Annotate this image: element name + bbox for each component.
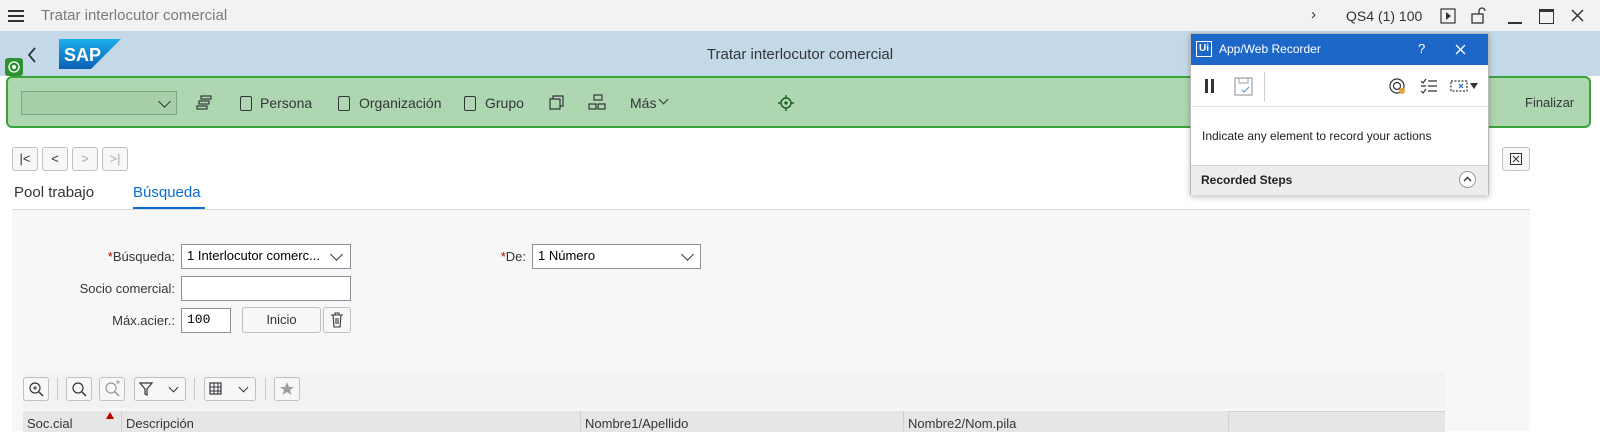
menu-icon[interactable] xyxy=(8,9,24,23)
recorder-title-bar: Ui App/Web Recorder ? xyxy=(1191,34,1488,65)
pause-icon[interactable] xyxy=(1205,79,1208,93)
back-icon[interactable] xyxy=(26,46,38,64)
inicio-button[interactable]: Inicio xyxy=(242,307,321,333)
document-icon xyxy=(464,96,476,111)
hierarchy-icon[interactable] xyxy=(588,94,606,111)
target-icon[interactable] xyxy=(778,95,794,111)
finalizar-button[interactable]: Finalizar xyxy=(1525,95,1574,110)
find-next-button[interactable] xyxy=(99,377,125,401)
last-record-button[interactable]: >| xyxy=(102,147,128,171)
window-title-bar: Tratar interlocutor comercial › QS4 (1) … xyxy=(0,0,1600,32)
tab-pool-trabajo[interactable]: Pool trabajo xyxy=(14,184,94,201)
chevron-right-icon[interactable]: › xyxy=(1311,6,1316,23)
busqueda-select[interactable]: 1 Interlocutor comerc... xyxy=(181,244,351,269)
tab-busqueda[interactable]: Búsqueda xyxy=(133,184,201,201)
chevron-down-icon xyxy=(658,94,669,105)
close-icon[interactable] xyxy=(1571,9,1584,22)
system-info: QS4 (1) 100 xyxy=(1346,8,1423,24)
column-header[interactable]: Nombre1/Apellido xyxy=(581,411,904,431)
recorder-message: Indicate any element to record your acti… xyxy=(1202,129,1432,143)
socio-comercial-field[interactable] xyxy=(181,276,351,301)
favorite-button[interactable] xyxy=(274,377,300,401)
max-aciertos-label: Máx.acier.: xyxy=(112,313,175,328)
record-target-icon[interactable] xyxy=(1388,77,1406,95)
document-icon xyxy=(338,96,350,111)
close-icon[interactable] xyxy=(1455,44,1466,55)
minimize-icon[interactable] xyxy=(1508,22,1522,24)
unlock-icon[interactable] xyxy=(1470,7,1486,24)
de-select[interactable]: 1 Número xyxy=(532,244,701,269)
max-aciertos-field[interactable]: 100 xyxy=(181,308,231,333)
recorded-steps-label: Recorded Steps xyxy=(1201,173,1293,187)
find-button[interactable] xyxy=(66,377,92,401)
step-list-icon[interactable] xyxy=(1420,78,1438,94)
persona-button[interactable]: Persona xyxy=(260,95,312,111)
uipath-logo: Ui xyxy=(1196,41,1212,57)
collapse-icon[interactable] xyxy=(1459,171,1476,188)
trash-icon xyxy=(331,312,343,328)
column-header[interactable]: Nombre2/Nom.pila xyxy=(904,411,1229,431)
sap-logo: SAP xyxy=(59,39,121,69)
column-header[interactable]: Descripción xyxy=(122,411,581,431)
close-panel-button[interactable] xyxy=(1502,147,1530,171)
play-icon[interactable] xyxy=(1440,8,1456,24)
zoom-details-button[interactable] xyxy=(23,377,49,401)
mas-button[interactable]: Más xyxy=(630,95,656,111)
maximize-icon[interactable] xyxy=(1539,9,1554,24)
recording-indicator-icon xyxy=(5,58,23,76)
sort-indicator-icon xyxy=(106,412,114,419)
delete-button[interactable] xyxy=(323,307,351,333)
svg-text:SAP: SAP xyxy=(64,45,101,65)
de-label: *De: xyxy=(500,249,526,264)
recorded-steps-bar[interactable]: Recorded Steps xyxy=(1191,165,1488,195)
busqueda-label: *Búsqueda: xyxy=(107,249,175,264)
next-record-button[interactable]: > xyxy=(72,147,98,171)
previous-record-button[interactable]: < xyxy=(42,147,68,171)
socio-comercial-label: Socio comercial: xyxy=(79,281,175,296)
app-web-recorder-window: Ui App/Web Recorder ? Indicate any eleme… xyxy=(1190,33,1489,195)
recorder-title: App/Web Recorder xyxy=(1219,42,1321,56)
layout-button[interactable] xyxy=(204,377,256,401)
document-icon xyxy=(240,96,252,111)
save-icon[interactable] xyxy=(1234,77,1254,97)
organizacion-button[interactable]: Organización xyxy=(359,95,442,111)
help-icon[interactable]: ? xyxy=(1418,41,1425,56)
filter-button[interactable] xyxy=(134,377,186,401)
command-dropdown[interactable] xyxy=(21,91,177,115)
first-record-button[interactable]: |< xyxy=(12,147,38,171)
window-title: Tratar interlocutor comercial xyxy=(41,7,228,24)
open-document-icon[interactable] xyxy=(548,95,565,111)
screen-options-icon[interactable] xyxy=(1450,78,1480,94)
grupo-button[interactable]: Grupo xyxy=(485,95,524,111)
bp-search-icon[interactable] xyxy=(196,95,212,111)
